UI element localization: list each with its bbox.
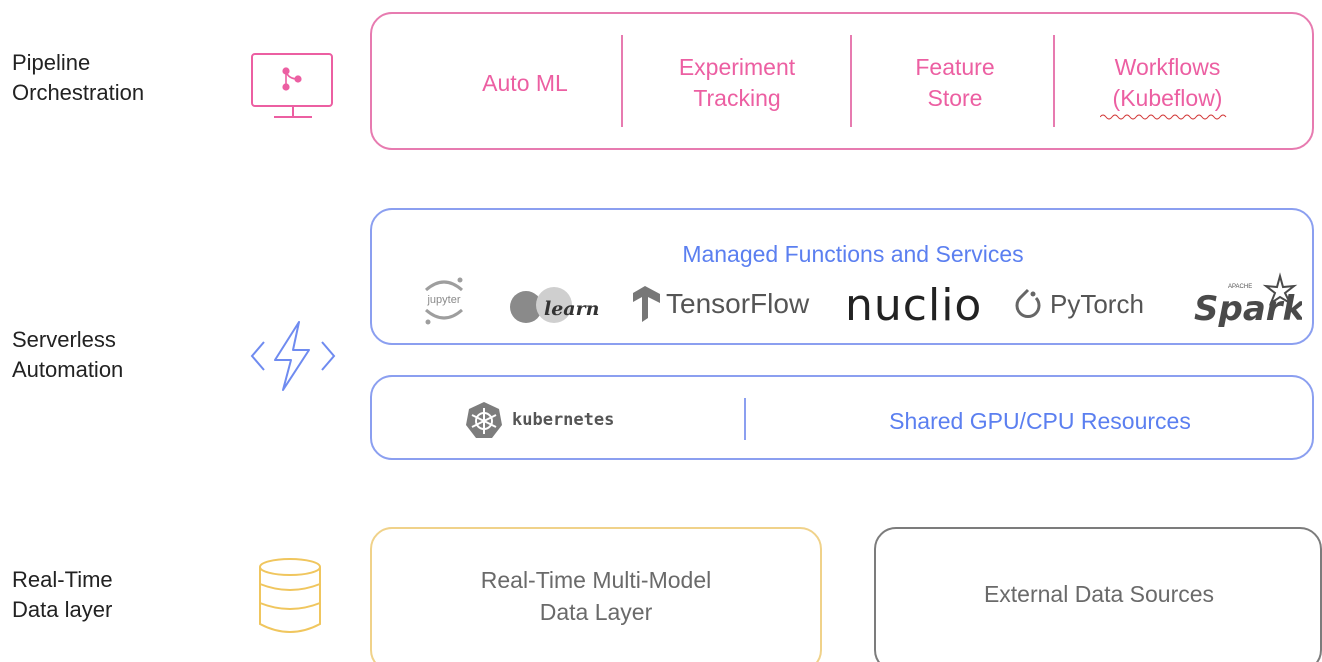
pytorch-text: PyTorch [1050, 288, 1144, 319]
tensorflow-text: TensorFlow [666, 288, 810, 319]
pytorch-logo: PyTorch [1010, 284, 1144, 324]
apache-spark-logo: Spark APACHE [1192, 272, 1302, 332]
pipeline-divider [850, 35, 852, 127]
auto-ml-item[interactable]: Auto ML [450, 68, 600, 99]
sklearn-text: learn [544, 298, 599, 320]
multi-model-data-layer-text: Real-Time Multi-Model Data Layer [480, 567, 712, 625]
real-time-data-layer-label: Real-Time Data layer [12, 567, 113, 622]
kubernetes-text: kubernetes [512, 410, 615, 430]
shared-gpu-cpu-resources[interactable]: Shared GPU/CPU Resources [850, 405, 1230, 437]
apache-text: APACHE [1228, 284, 1252, 290]
database-icon [256, 556, 326, 641]
pipeline-orchestration-label: Pipeline Orchestration [12, 50, 145, 105]
feature-store-item[interactable]: Feature Store [880, 52, 1030, 114]
managed-functions-title: Managed Functions and Services [682, 241, 1024, 267]
pipeline-divider [1053, 35, 1055, 127]
jupyter-text: jupyter [426, 294, 460, 306]
resources-divider [744, 398, 746, 440]
pipeline-divider [621, 35, 623, 127]
kubernetes-logo: kubernetes [464, 400, 614, 440]
monitor-pipeline-icon [248, 50, 338, 127]
nuclio-text: nuclio [845, 280, 983, 331]
workflows-kubeflow-item[interactable]: Workflows (Kubeflow) [1080, 52, 1255, 114]
external-data-sources-text: External Data Sources [983, 581, 1215, 607]
lightning-code-icon [246, 318, 340, 399]
nuclio-logo: nuclio [845, 280, 982, 331]
jupyter-logo: jupyter [416, 272, 472, 328]
serverless-automation-label: Serverless Automation [12, 327, 124, 382]
tensorflow-logo: TensorFlow [630, 284, 809, 324]
spellcheck-underline [1100, 114, 1227, 120]
scikit-learn-logo: learn [504, 285, 599, 325]
experiment-tracking-item[interactable]: Experiment Tracking [652, 52, 822, 114]
